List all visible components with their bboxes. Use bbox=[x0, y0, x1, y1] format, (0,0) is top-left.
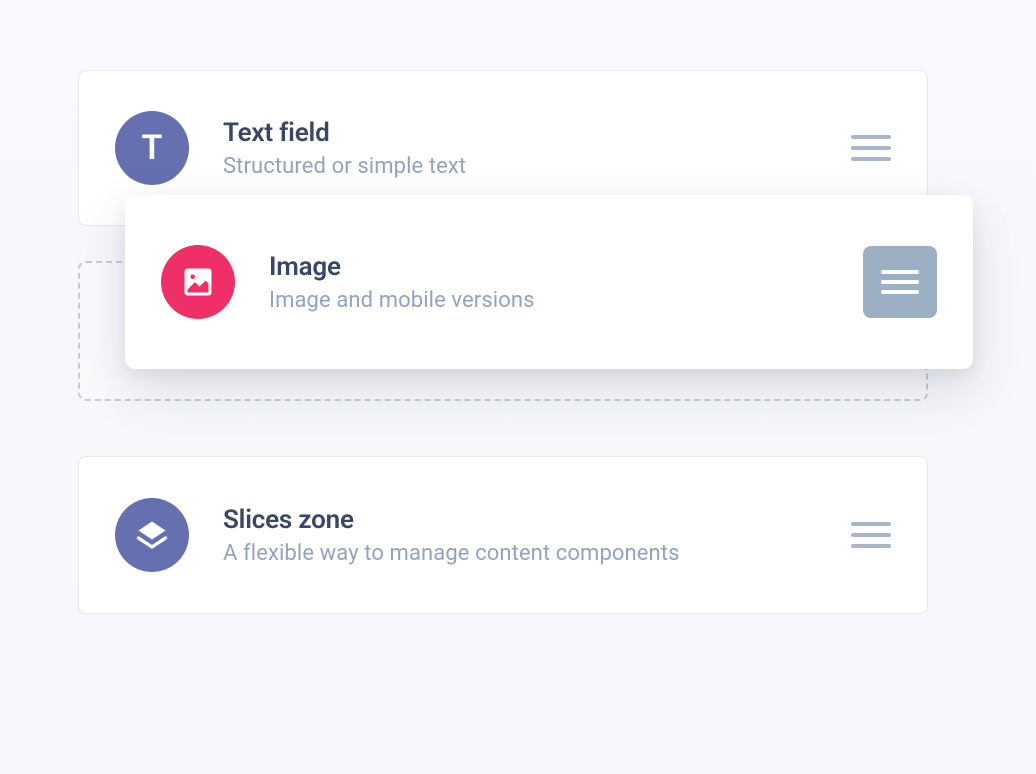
field-title: Text field bbox=[223, 118, 851, 148]
text-icon-letter: T bbox=[142, 128, 163, 168]
field-card-slices-content: Slices zone A flexible way to manage con… bbox=[223, 505, 851, 566]
field-subtitle: Image and mobile versions bbox=[269, 288, 863, 313]
field-subtitle: A flexible way to manage content compone… bbox=[223, 541, 851, 566]
drag-handle-icon[interactable] bbox=[863, 246, 937, 318]
field-card-slices[interactable]: Slices zone A flexible way to manage con… bbox=[78, 456, 928, 614]
field-card-text-content: Text field Structured or simple text bbox=[223, 118, 851, 179]
layers-icon bbox=[115, 498, 189, 572]
drag-handle-icon[interactable] bbox=[851, 135, 891, 161]
field-card-image-content: Image Image and mobile versions bbox=[269, 252, 863, 313]
field-subtitle: Structured or simple text bbox=[223, 154, 851, 179]
field-title: Image bbox=[269, 252, 863, 282]
image-icon bbox=[161, 245, 235, 319]
field-title: Slices zone bbox=[223, 505, 851, 535]
text-icon: T bbox=[115, 111, 189, 185]
drag-handle-icon[interactable] bbox=[851, 522, 891, 548]
field-card-image[interactable]: Image Image and mobile versions bbox=[125, 195, 973, 369]
